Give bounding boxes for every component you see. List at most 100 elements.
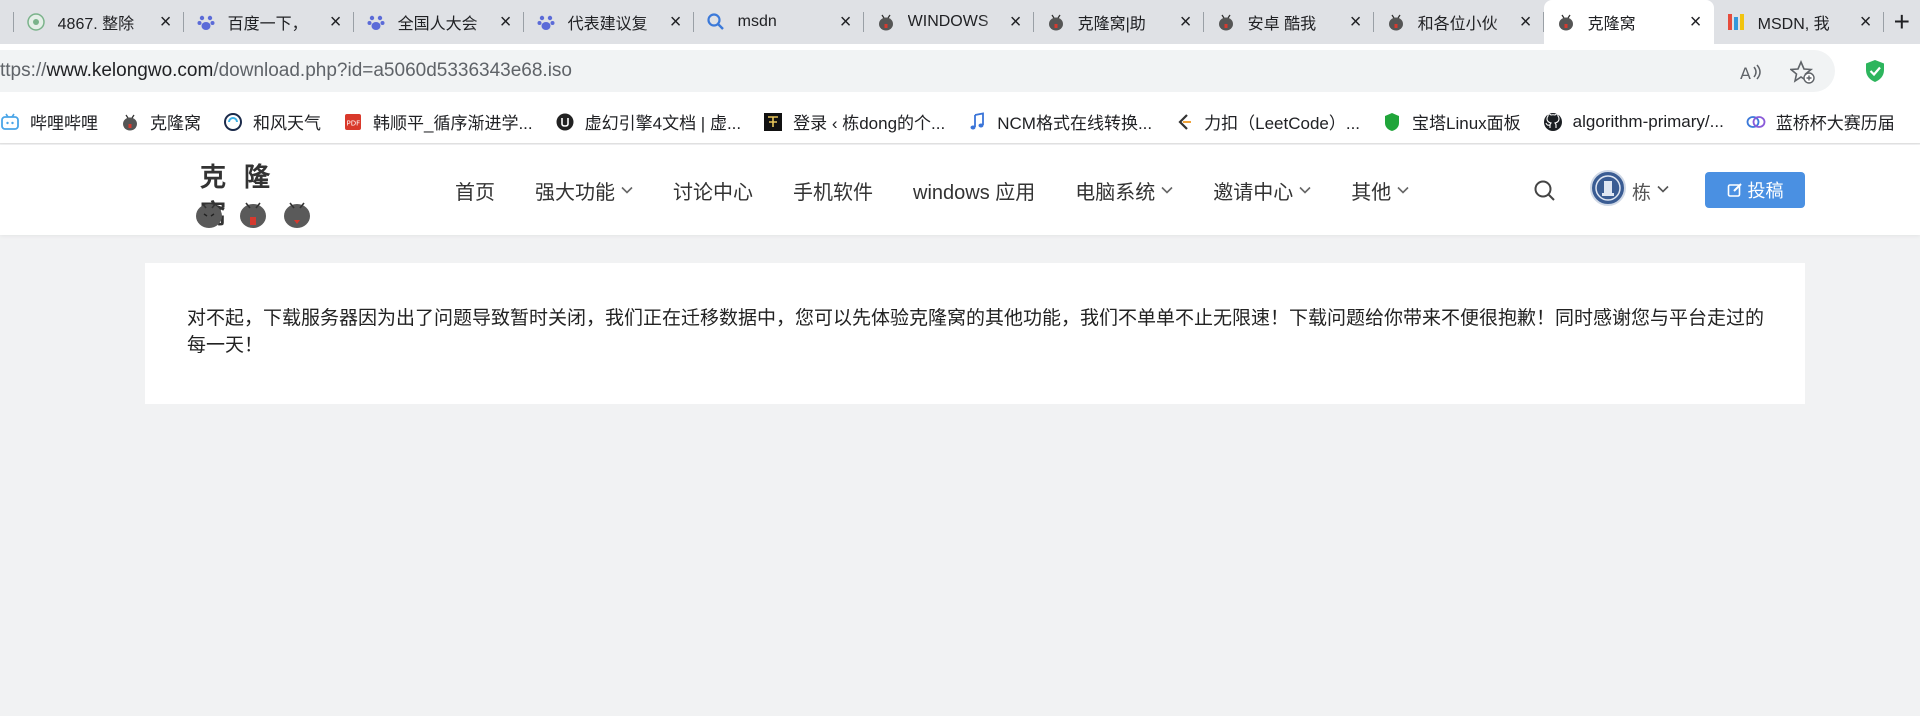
post-button-label: 投稿 <box>1747 181 1784 201</box>
bookmarks-bar: 哔哩哔哩 克隆窝 和风天气 PDF 韩顺平_循序渐进学... 虚幻引擎4文档 | 虚...… <box>0 100 1920 144</box>
bookmark-item[interactable]: 和风天气 <box>223 109 321 134</box>
new-tab-button[interactable]: + <box>1884 0 1920 44</box>
tab-title: 安卓 酷我 <box>1247 16 1317 33</box>
nav-item[interactable]: 首页 <box>455 176 495 205</box>
close-icon[interactable]: × <box>1176 12 1196 32</box>
bookmark-item[interactable]: 力扣（LeetCode）... <box>1174 109 1360 134</box>
close-icon[interactable]: × <box>156 12 176 32</box>
browser-tab-strip: 4867. 整除 × 百度一下， × 全国人大会 × 代表建议复 × msdn × WINDOWS ×… <box>0 0 1920 44</box>
shield-check-icon[interactable] <box>1862 58 1888 84</box>
close-icon[interactable]: × <box>836 12 856 32</box>
bilibili-icon <box>0 112 20 132</box>
bookmark-label: 蓝桥杯大赛历届 <box>1775 114 1895 133</box>
bookmark-label: algorithm-primary/... <box>1572 111 1724 131</box>
nav-item[interactable]: 强大功能 <box>535 176 633 205</box>
close-icon[interactable]: × <box>326 12 346 32</box>
github-icon <box>1543 112 1563 132</box>
bookmark-item[interactable]: 哔哩哔哩 <box>0 109 98 134</box>
close-icon[interactable]: × <box>1516 12 1536 32</box>
browser-tab[interactable]: 全国人大会 × <box>354 0 524 44</box>
leetcode-icon <box>1174 112 1194 132</box>
url-path: /download.php?id=a5060d5336343e68.iso <box>213 60 573 81</box>
nav-item[interactable]: 电脑系统 <box>1075 176 1173 205</box>
site-logo[interactable]: 克隆窝 <box>192 155 322 231</box>
nav-item-label: 其他 <box>1351 181 1392 204</box>
nav-item-label: 电脑系统 <box>1075 181 1156 204</box>
chevron-down-icon[interactable] <box>1657 185 1669 193</box>
user-name[interactable]: 栋 <box>1632 178 1651 205</box>
baidu-paw-icon <box>536 12 556 32</box>
close-icon[interactable]: × <box>1686 12 1706 32</box>
browser-tab[interactable]: 代表建议复 × <box>524 0 694 44</box>
nav-item[interactable]: 讨论中心 <box>673 176 753 205</box>
bookmark-item[interactable]: 蓝桥杯大赛历届 <box>1746 109 1895 134</box>
nav-item-label: 讨论中心 <box>673 181 753 204</box>
nav-item-label: 强大功能 <box>535 181 615 204</box>
close-icon[interactable]: × <box>1346 12 1366 32</box>
nav-item[interactable]: windows 应用 <box>913 176 1035 205</box>
bookmark-item[interactable]: algorithm-primary/... <box>1543 112 1724 132</box>
music-note-icon <box>967 111 987 132</box>
browser-tab-active[interactable]: 克隆窝 × <box>1543 0 1714 44</box>
read-aloud-icon[interactable]: A <box>1740 63 1764 83</box>
address-row: ttps://www.kelongwo.com/download.php?id=… <box>0 44 1920 100</box>
bookmark-item[interactable]: 克隆窝 <box>120 109 201 134</box>
unreal-icon <box>555 112 575 132</box>
browser-tab[interactable]: MSDN, 我 × <box>1714 0 1884 44</box>
bookmark-label: 克隆窝 <box>150 114 201 133</box>
close-icon[interactable]: × <box>666 12 686 32</box>
browser-tab[interactable]: 4867. 整除 × <box>14 0 184 44</box>
qweather-icon <box>223 112 243 132</box>
logo-bugs-icon <box>196 202 310 228</box>
post-button[interactable]: 投稿 <box>1705 172 1805 208</box>
baota-icon <box>1382 112 1402 132</box>
tab-title: msdn <box>737 13 777 30</box>
browser-tab[interactable]: 和各位小伙 × <box>1374 0 1544 44</box>
tab-title: 克隆窝 <box>1587 16 1636 33</box>
close-icon[interactable]: × <box>1856 12 1876 32</box>
browser-tab[interactable]: 安卓 酷我 × <box>1204 0 1374 44</box>
bug-icon <box>1556 12 1576 32</box>
tab-title: MSDN, 我 <box>1757 16 1830 33</box>
search-icon <box>706 12 726 32</box>
close-icon[interactable]: × <box>1006 12 1026 32</box>
nav-item-label: 手机软件 <box>793 181 873 204</box>
search-icon[interactable] <box>1533 179 1557 203</box>
bookmark-item[interactable]: NCM格式在线转换... <box>967 109 1152 134</box>
bug-icon <box>1216 12 1236 32</box>
nav-item[interactable]: 手机软件 <box>793 176 873 205</box>
bookmark-item[interactable]: 虚幻引擎4文档 | 虚... <box>555 109 741 134</box>
notice-text: 对不起，下载服务器因为出了问题导致暂时关闭，我们正在迁移数据中，您可以先体验克隆… <box>187 308 1765 356</box>
nav-item-label: 首页 <box>455 181 495 204</box>
circle-green-icon <box>26 12 46 32</box>
avatar[interactable] <box>1590 170 1626 206</box>
nav-item-label: windows 应用 <box>913 181 1036 204</box>
bug-icon <box>120 112 140 132</box>
tab-title: 百度一下， <box>227 16 308 33</box>
tab-title: 全国人大会 <box>397 16 478 33</box>
add-favorite-icon[interactable] <box>1788 59 1816 84</box>
browser-tab[interactable]: 百度一下， × <box>184 0 354 44</box>
browser-tab[interactable]: WINDOWS × <box>864 0 1034 44</box>
bookmark-item[interactable]: 宝塔Linux面板 <box>1382 109 1521 134</box>
site-header: 克隆窝 首页 强大功能 讨论中心 手机软件 windows 应用 电脑系统 邀请中心 其他 <box>0 145 1920 235</box>
tabs-container: 4867. 整除 × 百度一下， × 全国人大会 × 代表建议复 × msdn × WINDOWS ×… <box>14 0 1884 44</box>
bookmark-item[interactable]: 登录 ‹ 栋dong的个... <box>763 109 945 134</box>
url-text[interactable]: ttps://www.kelongwo.com/download.php?id=… <box>0 60 572 82</box>
nav-item-label: 邀请中心 <box>1213 181 1294 204</box>
browser-tab[interactable]: msdn × <box>694 0 864 44</box>
nav-item[interactable]: 邀请中心 <box>1213 176 1311 205</box>
pdf-icon: PDF <box>343 112 363 132</box>
msdn-icon <box>1726 12 1746 32</box>
nav-item[interactable]: 其他 <box>1351 176 1409 205</box>
url-host: www.kelongwo.com <box>46 60 214 81</box>
tab-partial[interactable] <box>0 0 14 44</box>
address-bar[interactable]: ttps://www.kelongwo.com/download.php?id=… <box>0 50 1835 92</box>
close-icon[interactable]: × <box>496 12 516 32</box>
bookmark-item[interactable]: PDF 韩顺平_循序渐进学... <box>343 109 533 134</box>
browser-tab[interactable]: 克隆窝|助 × <box>1034 0 1204 44</box>
baidu-paw-icon <box>366 12 386 32</box>
svg-text:PDF: PDF <box>347 119 361 127</box>
lanqiao-icon <box>1746 112 1766 132</box>
tab-title: 4867. 整除 <box>57 16 135 33</box>
